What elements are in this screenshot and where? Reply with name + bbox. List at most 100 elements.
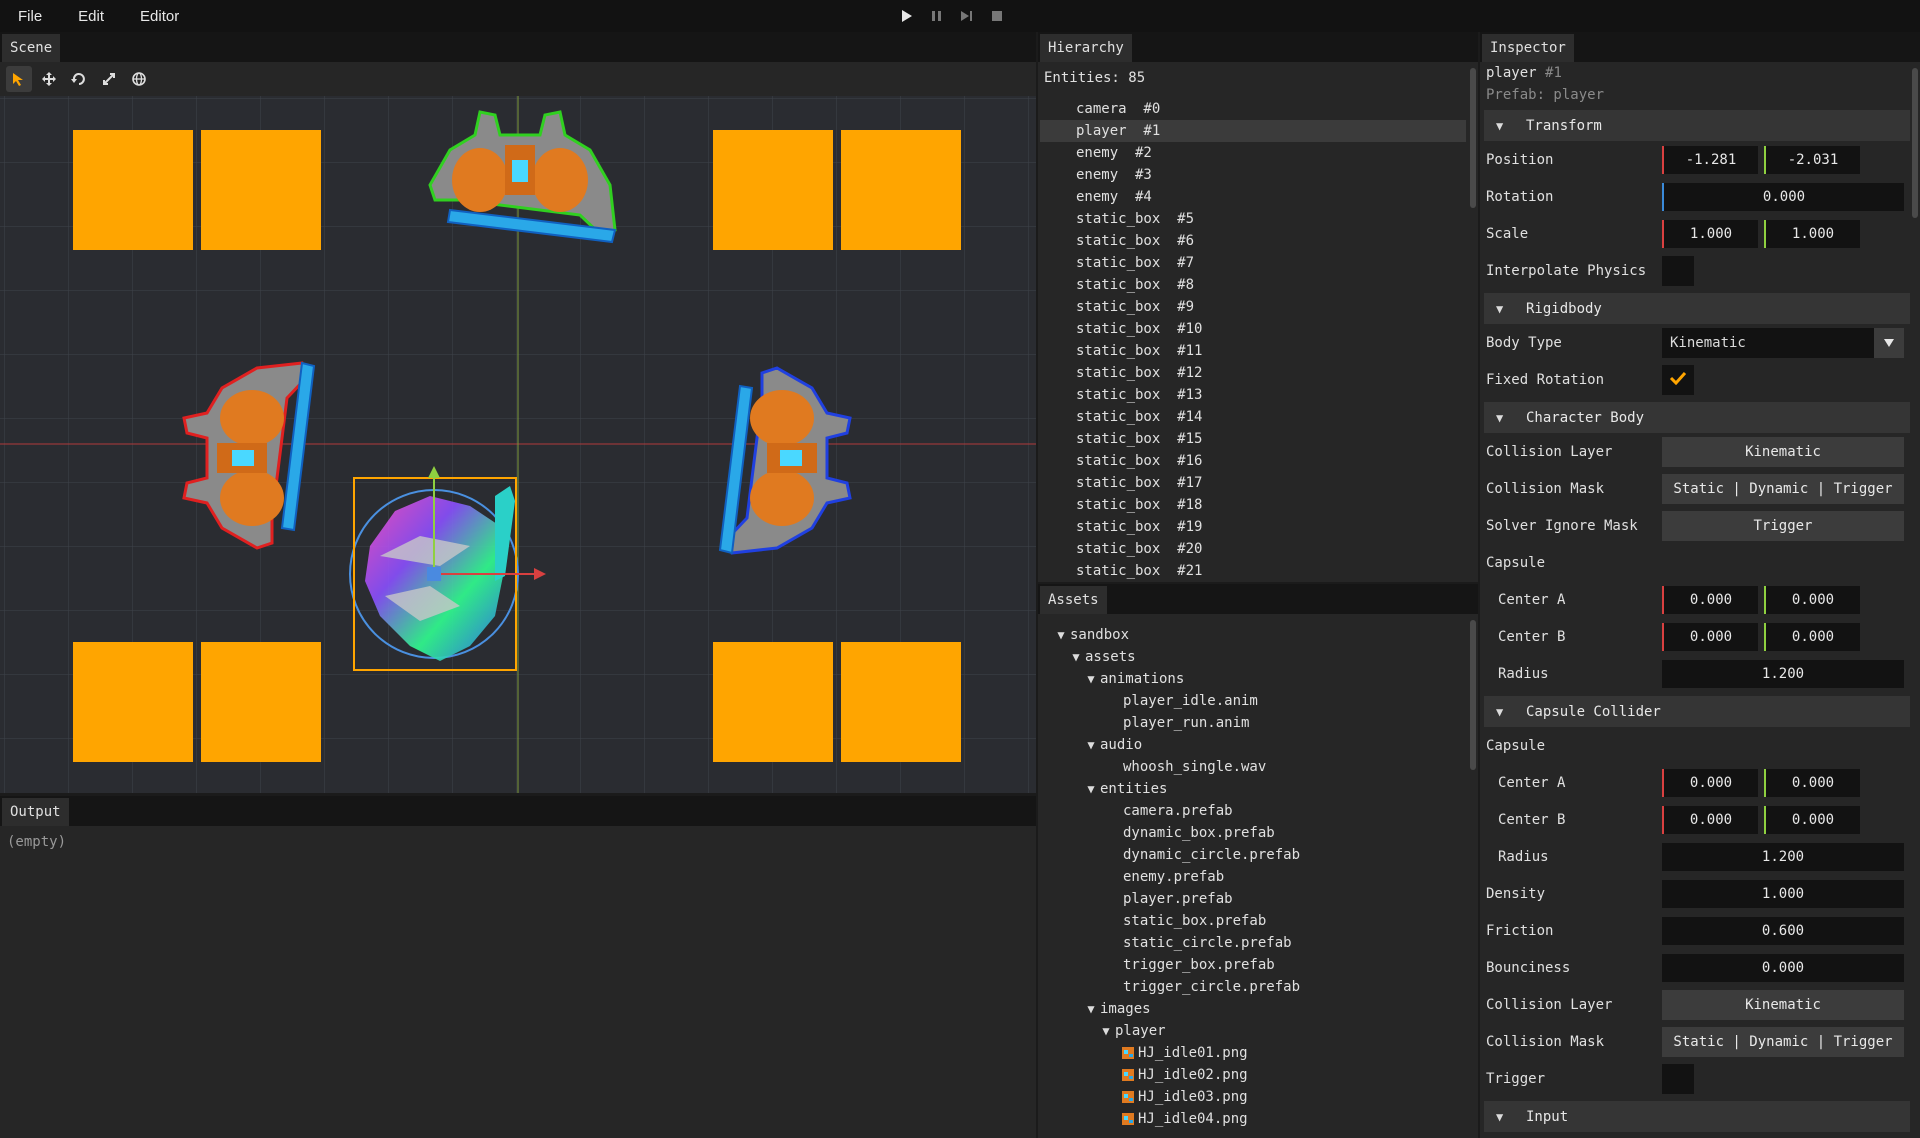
rotate-tool-icon[interactable] [66,66,92,92]
asset-folder[interactable]: ▼ sandbox [1052,624,1462,646]
value-field[interactable]: 0.600 [1662,916,1904,945]
world-tool-icon[interactable] [126,66,152,92]
asset-file[interactable]: player_idle.anim [1052,690,1462,712]
mask-button[interactable]: Kinematic [1662,989,1904,1020]
scale-tool-icon[interactable] [96,66,122,92]
value-y-field[interactable]: 0.000 [1764,768,1860,797]
asset-file[interactable]: enemy.prefab [1052,866,1462,888]
asset-file[interactable]: dynamic_box.prefab [1052,822,1462,844]
asset-file[interactable]: HJ_idle01.png [1052,1042,1462,1064]
asset-file[interactable]: HJ_idle03.png [1052,1086,1462,1108]
hierarchy-item[interactable]: static_box #19 [1040,516,1466,538]
expand-arrow-icon[interactable]: ▼ [1082,668,1100,690]
value-y-field[interactable]: 0.000 [1764,805,1860,834]
collapse-arrow-icon[interactable]: ▼ [1496,705,1526,719]
asset-file[interactable]: player.prefab [1052,888,1462,910]
scene-canvas[interactable] [0,96,1036,793]
menu-file[interactable]: File [0,8,60,25]
tab-output[interactable]: Output [2,798,69,826]
tab-assets[interactable]: Assets [1040,586,1107,614]
inspector-scrollbar[interactable] [1912,68,1918,218]
menu-edit[interactable]: Edit [60,8,122,25]
asset-file[interactable]: static_circle.prefab [1052,932,1462,954]
value-x-field[interactable]: 0.000 [1662,805,1758,834]
pause-icon[interactable] [926,6,948,26]
asset-file[interactable]: player_run.anim [1052,712,1462,734]
hierarchy-item[interactable]: static_box #14 [1040,406,1466,428]
hierarchy-item[interactable]: enemy #4 [1040,186,1466,208]
step-icon[interactable] [956,6,978,26]
value-x-field[interactable]: 1.000 [1662,219,1758,248]
hierarchy-item[interactable]: enemy #2 [1040,142,1466,164]
asset-folder[interactable]: ▼ assets [1052,646,1462,668]
section-header[interactable]: ▼ Rigidbody [1484,293,1910,324]
section-header[interactable]: ▼ Input [1484,1101,1910,1132]
value-y-field[interactable]: 0.000 [1764,585,1860,614]
hierarchy-item[interactable]: static_box #8 [1040,274,1466,296]
body-type-dropdown[interactable]: Kinematic [1662,327,1904,358]
collapse-arrow-icon[interactable]: ▼ [1496,302,1526,316]
asset-folder[interactable]: ▼ images [1052,998,1462,1020]
expand-arrow-icon[interactable]: ▼ [1082,778,1100,800]
asset-file[interactable]: trigger_box.prefab [1052,954,1462,976]
hierarchy-item[interactable]: static_box #17 [1040,472,1466,494]
hierarchy-item[interactable]: static_box #11 [1040,340,1466,362]
mask-button[interactable]: Trigger [1662,510,1904,541]
hierarchy-item[interactable]: static_box #21 [1040,560,1466,582]
hierarchy-item[interactable]: camera #0 [1040,98,1466,120]
expand-arrow-icon[interactable]: ▼ [1082,734,1100,756]
asset-folder[interactable]: ▼ entities [1052,778,1462,800]
value-field[interactable]: 1.000 [1662,879,1904,908]
asset-file[interactable]: HJ_idle02.png [1052,1064,1462,1086]
tab-hierarchy[interactable]: Hierarchy [1040,34,1132,62]
hierarchy-item[interactable]: static_box #13 [1040,384,1466,406]
hierarchy-item[interactable]: player #1 [1040,120,1466,142]
section-header[interactable]: ▼ Transform [1484,110,1910,141]
value-field[interactable]: 1.200 [1662,842,1904,871]
assets-scrollbar[interactable] [1470,620,1476,770]
move-tool-icon[interactable] [36,66,62,92]
hierarchy-item[interactable]: static_box #5 [1040,208,1466,230]
asset-file[interactable]: dynamic_circle.prefab [1052,844,1462,866]
collapse-arrow-icon[interactable]: ▼ [1496,411,1526,425]
hierarchy-item[interactable]: static_box #7 [1040,252,1466,274]
hierarchy-item[interactable]: static_box #10 [1040,318,1466,340]
asset-file[interactable]: whoosh_single.wav [1052,756,1462,778]
select-tool-icon[interactable] [6,66,32,92]
play-icon[interactable] [896,6,918,26]
section-header[interactable]: ▼ Character Body [1484,402,1910,433]
value-y-field[interactable]: -2.031 [1764,145,1860,174]
menu-editor[interactable]: Editor [122,8,197,25]
expand-arrow-icon[interactable]: ▼ [1097,1020,1115,1042]
hierarchy-scrollbar[interactable] [1470,68,1476,208]
hierarchy-item[interactable]: static_box #9 [1040,296,1466,318]
value-x-field[interactable]: 0.000 [1662,768,1758,797]
mask-button[interactable]: Kinematic [1662,436,1904,467]
mask-button[interactable]: Static | Dynamic | Trigger [1662,473,1904,504]
asset-folder[interactable]: ▼ animations [1052,668,1462,690]
asset-folder[interactable]: ▼ player [1052,1020,1462,1042]
checkbox[interactable] [1662,364,1694,395]
tab-scene[interactable]: Scene [2,34,61,62]
hierarchy-item[interactable]: static_box #15 [1040,428,1466,450]
value-x-field[interactable]: 0.000 [1662,585,1758,614]
stop-icon[interactable] [986,6,1008,26]
hierarchy-item[interactable]: static_box #12 [1040,362,1466,384]
asset-folder[interactable]: ▼ audio [1052,734,1462,756]
mask-button[interactable]: Static | Dynamic | Trigger [1662,1026,1904,1057]
value-x-field[interactable]: 0.000 [1662,622,1758,651]
collapse-arrow-icon[interactable]: ▼ [1496,1110,1526,1124]
section-header[interactable]: ▼ Capsule Collider [1484,696,1910,727]
tab-inspector[interactable]: Inspector [1482,34,1574,62]
chevron-down-icon[interactable] [1874,327,1904,358]
hierarchy-item[interactable]: enemy #3 [1040,164,1466,186]
value-field[interactable]: 0.000 [1662,182,1904,211]
hierarchy-item[interactable]: static_box #16 [1040,450,1466,472]
hierarchy-item[interactable]: static_box #20 [1040,538,1466,560]
collapse-arrow-icon[interactable]: ▼ [1496,119,1526,133]
value-x-field[interactable]: -1.281 [1662,145,1758,174]
checkbox[interactable] [1662,1063,1694,1094]
value-field[interactable]: 0.000 [1662,953,1904,982]
asset-file[interactable]: static_box.prefab [1052,910,1462,932]
expand-arrow-icon[interactable]: ▼ [1082,998,1100,1020]
